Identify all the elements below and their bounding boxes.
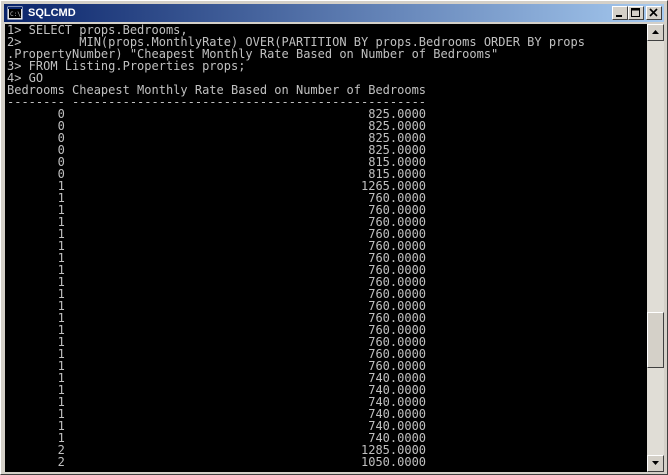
- console-line: 2 1050.0000: [7, 455, 427, 469]
- console-icon: C:\: [7, 6, 23, 20]
- svg-text:C:\: C:\: [10, 11, 21, 18]
- scroll-up-button[interactable]: [647, 24, 664, 41]
- sqlcmd-window: C:\ SQLCMD 1> SELECT props.Bedrooms, 2> M…: [0, 0, 668, 475]
- scroll-down-button[interactable]: [647, 455, 664, 472]
- close-button[interactable]: [646, 6, 662, 20]
- minimize-icon: [616, 15, 622, 17]
- window-title: SQLCMD: [28, 7, 76, 19]
- arrow-up-icon: [652, 30, 659, 34]
- scroll-thumb[interactable]: [647, 312, 664, 368]
- vertical-scrollbar[interactable]: [647, 24, 664, 472]
- console-output[interactable]: 1> SELECT props.Bedrooms, 2> MIN(props.Mo…: [5, 24, 647, 472]
- title-bar[interactable]: C:\ SQLCMD: [4, 4, 664, 22]
- close-icon: [649, 8, 658, 17]
- arrow-down-icon: [652, 461, 659, 465]
- maximize-icon: [631, 8, 640, 17]
- maximize-button[interactable]: [628, 6, 644, 20]
- minimize-button[interactable]: [612, 6, 628, 20]
